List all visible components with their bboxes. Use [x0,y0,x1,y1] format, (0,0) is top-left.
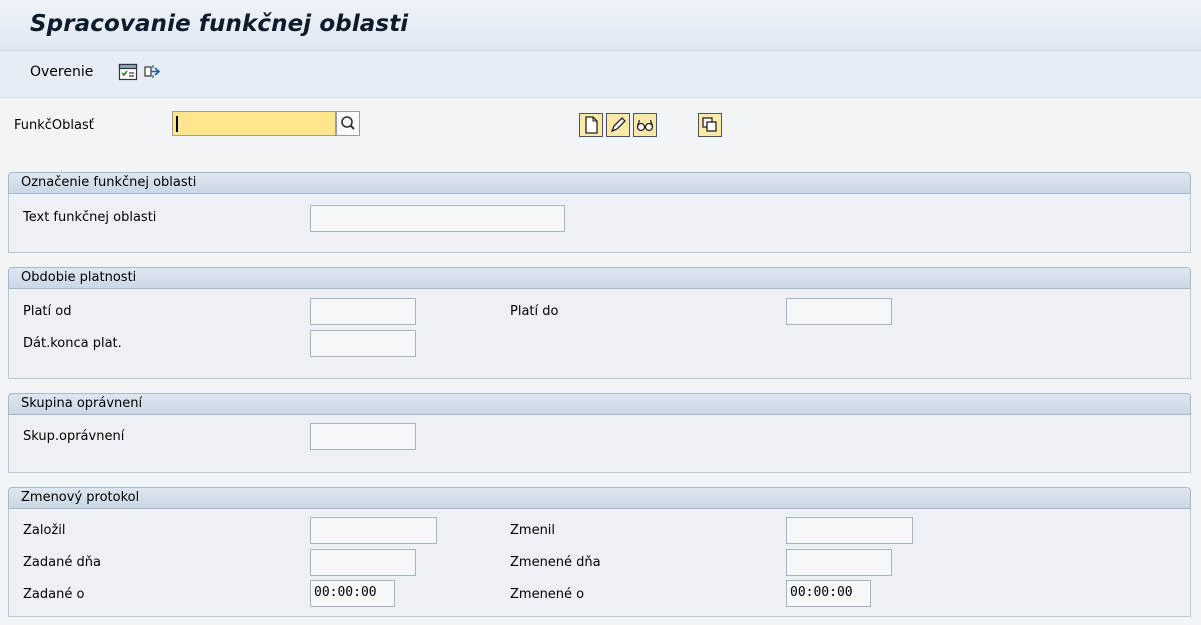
changed-on-input[interactable] [786,549,892,576]
display-button[interactable] [633,113,657,137]
change-button[interactable] [606,113,630,137]
auth-group-value [311,424,415,428]
end-date-value [311,331,415,335]
display-icon [636,119,654,132]
auth-section-title: Skupina oprávnení [21,396,143,411]
changed-at-input[interactable]: 00:00:00 [786,580,871,607]
functional-area-text-value [311,206,564,210]
created-by-label: Založil [23,523,66,538]
changed-on-value [787,550,891,554]
auth-group-label: Skup.oprávnení [23,429,125,444]
search-icon [341,116,355,130]
auth-group-input[interactable] [310,423,416,450]
change-icon [610,117,626,133]
functional-area-input[interactable] [172,111,336,136]
checklist-icon[interactable] [118,62,138,82]
changed-by-input[interactable] [786,517,913,544]
valid-to-input[interactable] [786,298,892,325]
created-at-label: Zadané o [23,587,85,602]
designation-section-title: Označenie funkčnej oblasti [21,175,197,190]
overenie-button[interactable]: Overenie [30,64,93,80]
changelog-section-title: Zmenový protokol [21,490,140,505]
text-cursor [176,116,178,132]
auth-section [8,415,1191,473]
created-at-input[interactable]: 00:00:00 [310,580,395,607]
valid-to-label: Platí do [510,304,559,319]
changed-by-label: Zmenil [510,523,556,538]
changed-on-label: Zmenené dňa [510,555,601,570]
validity-section [8,289,1191,379]
valid-from-input[interactable] [310,298,416,325]
designation-section [8,194,1191,253]
end-date-label: Dát.konca plat. [23,336,122,351]
created-at-value: 00:00:00 [314,585,377,600]
designation-section-header: Označenie funkčnej oblasti [8,172,1191,194]
created-on-input[interactable] [310,549,416,576]
changelog-section-header: Zmenový protokol [8,487,1191,509]
changed-at-value: 00:00:00 [790,585,853,600]
valid-to-value [787,299,891,303]
changed-at-label: Zmenené o [510,587,585,602]
valid-from-label: Platí od [23,304,72,319]
create-button[interactable] [579,113,603,137]
created-by-input[interactable] [310,517,437,544]
page-title: Spracovanie funkčnej oblasti [30,11,409,37]
functional-area-label: FunkčOblasť [14,118,94,133]
validity-section-title: Obdobie platnosti [21,270,137,285]
auth-section-header: Skupina oprávnení [8,393,1191,415]
valid-from-value [311,299,415,303]
functional-area-text-input[interactable] [310,205,565,232]
functional-area-text-label: Text funkčnej oblasti [23,210,157,225]
copy-button[interactable] [698,113,722,137]
end-date-input[interactable] [310,330,416,357]
created-by-value [311,518,436,522]
changed-by-value [787,518,912,522]
created-on-label: Zadané dňa [23,555,101,570]
create-icon [585,116,598,134]
transfer-icon[interactable] [143,62,163,82]
search-help-button[interactable] [336,111,360,136]
copy-icon [702,117,717,132]
created-on-value [311,550,415,554]
validity-section-header: Obdobie platnosti [8,267,1191,289]
application-toolbar [0,51,1201,98]
